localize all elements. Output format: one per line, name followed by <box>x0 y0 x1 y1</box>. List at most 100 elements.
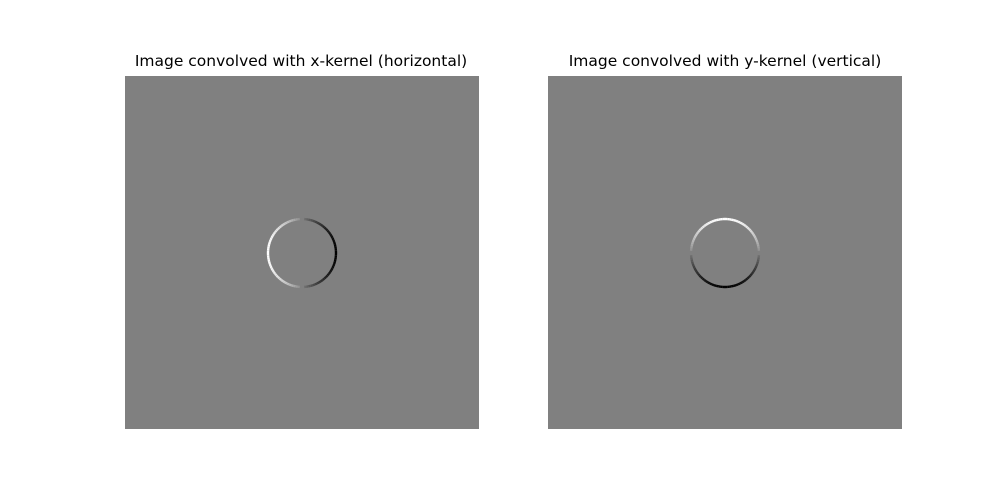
x-kernel-edge-segment <box>325 274 329 278</box>
x-kernel-edge-segment <box>268 241 271 245</box>
y-kernel-edge-segment <box>733 284 737 287</box>
y-kernel-edge-segment <box>756 243 760 247</box>
x-kernel-edge-segment <box>310 219 314 222</box>
x-kernel-edge-segment <box>284 221 288 225</box>
y-kernel-edge-segment <box>700 276 704 280</box>
y-kernel-edge-segment <box>691 241 694 245</box>
y-kernel-edge-segment <box>741 280 745 284</box>
x-kernel-edge-segment <box>314 220 318 224</box>
y-kernel-edge-segment <box>737 282 741 286</box>
y-kernel-edge-segment <box>744 225 749 229</box>
y-kernel-edge-segment <box>693 267 697 271</box>
x-kernel-edge-segment <box>327 231 332 235</box>
y-kernel-edge-segment <box>741 222 745 226</box>
x-kernel-edge-segment <box>277 226 281 230</box>
x-kernel-edge-segment <box>292 284 296 288</box>
x-kernel-edge-segment <box>286 220 290 224</box>
y-kernel-edge-segment <box>753 267 757 271</box>
y-kernel-edge-segment <box>753 235 757 239</box>
x-kernel-edge-segment <box>312 219 316 223</box>
y-kernel-edge-segment <box>754 237 758 241</box>
x-kernel-edge-segment <box>286 282 290 286</box>
y-kernel-edge-segment <box>756 241 759 245</box>
y-kernel-edge-segment <box>715 284 719 288</box>
y-kernel-image-canvas <box>548 76 902 429</box>
y-kernel-edge-segment <box>693 235 697 239</box>
x-kernel-edge-segment <box>329 233 333 237</box>
y-kernel-edge-segment <box>731 284 735 288</box>
x-kernel-edge-segment <box>269 237 273 241</box>
x-kernel-edge-segment <box>288 283 292 287</box>
x-kernel-edge-segment <box>280 223 284 228</box>
x-kernel-edge-segment <box>270 267 274 271</box>
y-kernel-edge-segment <box>701 277 706 281</box>
x-kernel-edge-segment <box>274 229 278 234</box>
y-kernel-edge-segment <box>711 283 715 287</box>
y-kernel-edge-segment <box>701 225 706 229</box>
y-kernel-edge-segment <box>743 223 747 228</box>
y-kernel-edge-segment <box>691 263 695 267</box>
x-kernel-edge-segment <box>326 229 330 234</box>
y-kernel-edge-segment <box>698 274 702 278</box>
x-kernel-edge-segment <box>325 228 329 232</box>
y-kernel-edge-segment <box>691 239 695 243</box>
y-kernel-edge-segment <box>743 278 747 283</box>
y-kernel-edge-segment <box>748 228 752 232</box>
x-kernel-edge-segment <box>308 284 312 288</box>
y-kernel-edge-segment <box>709 220 713 224</box>
y-kernel-edge-segment <box>735 283 739 287</box>
x-kernel-edge-segment <box>274 272 278 277</box>
y-kernel-edge-segment <box>739 281 743 285</box>
y-kernel-edge-segment <box>694 233 698 237</box>
x-kernel-edge-segment <box>320 223 324 228</box>
x-kernel-edge-segment <box>270 235 274 239</box>
x-kernel-edge-segment <box>333 259 337 263</box>
x-kernel-edge-segment <box>318 222 322 226</box>
y-kernel-edge-segment <box>752 233 756 237</box>
y-kernel-edge-segment <box>735 219 739 223</box>
y-kernel-edge-segment <box>756 259 760 263</box>
y-kernel-edge-segment <box>690 259 694 263</box>
x-kernel-edge-segment <box>316 221 320 225</box>
x-kernel-result-image <box>125 76 479 429</box>
x-kernel-edge-segment <box>278 277 283 281</box>
y-kernel-edge-segment <box>709 282 713 286</box>
y-kernel-edge-segment <box>695 271 700 275</box>
y-kernel-edge-segment <box>713 284 717 287</box>
y-kernel-edge-segment <box>690 243 694 247</box>
x-kernel-edge-segment <box>312 283 316 287</box>
y-kernel-edge-segment <box>750 231 755 235</box>
x-kernel-edge-segment <box>280 278 284 283</box>
x-kernel-edge-segment <box>330 267 334 271</box>
y-kernel-edge-segment <box>711 219 715 223</box>
x-kernel-edge-segment <box>271 269 275 273</box>
x-kernel-edge-segment <box>269 265 273 269</box>
x-kernel-edge-segment <box>323 226 327 230</box>
y-kernel-edge-segment <box>749 272 753 277</box>
x-kernel-edge-segment <box>331 237 335 241</box>
y-kernel-edge-segment <box>756 261 759 265</box>
y-kernel-edge-segment <box>707 281 711 285</box>
x-kernel-edge-segment <box>318 280 322 284</box>
y-kernel-edge-segment <box>744 277 749 281</box>
y-kernel-edge-segment <box>713 219 717 222</box>
x-kernel-edge-segment <box>282 280 286 284</box>
x-kernel-edge-segment <box>308 218 312 222</box>
y-kernel-edge-segment <box>752 269 756 273</box>
y-kernel-edge-segment <box>694 269 698 273</box>
y-kernel-edge-segment <box>703 278 707 283</box>
y-kernel-edge-segment <box>731 218 735 222</box>
x-kernel-edge-segment <box>323 276 327 280</box>
x-kernel-edge-segment <box>320 278 324 283</box>
y-kernel-edge-segment <box>749 229 753 234</box>
y-kernel-edge-segment <box>715 218 719 222</box>
x-kernel-edge-segment <box>314 282 318 286</box>
right-panel-title: Image convolved with y-kernel (vertical) <box>568 52 882 70</box>
y-kernel-edge-segment <box>697 229 701 234</box>
x-kernel-edge-segment <box>288 219 292 223</box>
x-kernel-edge-segment <box>290 284 294 287</box>
x-kernel-edge-segment <box>332 263 336 267</box>
y-kernel-background <box>548 76 902 429</box>
y-kernel-edge-segment <box>697 272 701 277</box>
x-kernel-edge-segment <box>267 259 271 263</box>
